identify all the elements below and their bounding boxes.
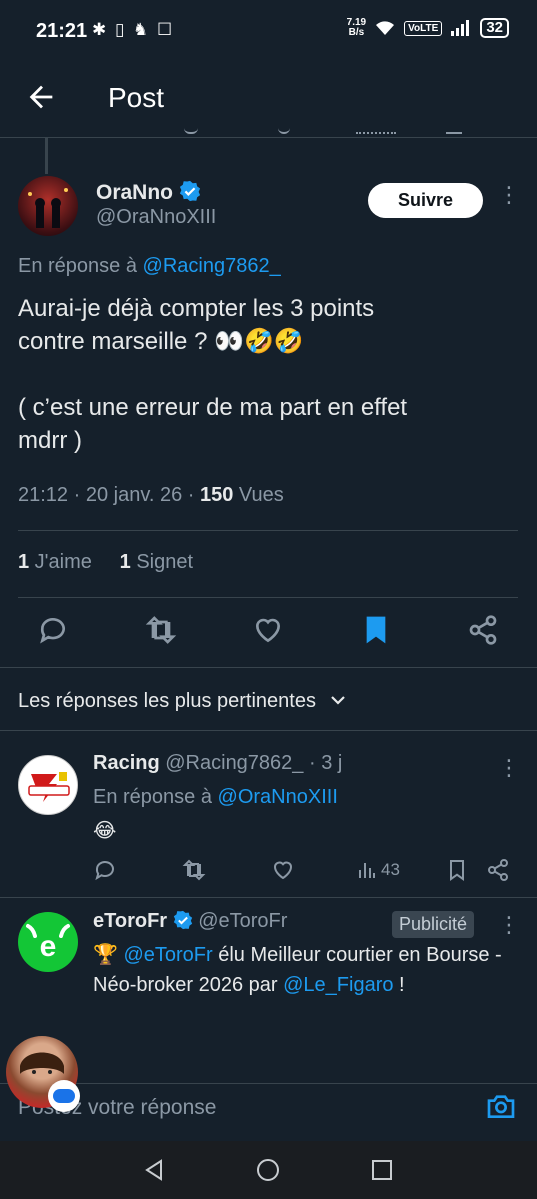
tweet-metadata: 21:12 · 20 janv. 26 · 150 Vues (18, 484, 284, 506)
messages-icon[interactable] (48, 1080, 80, 1112)
share-icon[interactable] (467, 614, 499, 646)
verified-badge-icon (179, 180, 200, 202)
share-icon[interactable] (486, 858, 510, 882)
nav-home-icon[interactable] (256, 1158, 280, 1182)
reply-icon[interactable] (37, 614, 69, 646)
reply-avatar[interactable] (18, 755, 78, 815)
thread-line (45, 138, 48, 174)
replies-sort-dropdown[interactable]: Les réponses les plus pertinentes (18, 690, 348, 713)
status-time: 21:21 (36, 20, 88, 42)
ad-mention[interactable]: @eToroFr (123, 944, 212, 966)
nav-recents-icon[interactable] (370, 1158, 394, 1182)
likes-stat[interactable]: 1 J'aime (18, 551, 92, 573)
bookmark-icon[interactable] (445, 858, 469, 882)
volte-badge: VoLTE (404, 20, 443, 36)
page-title: Post (108, 82, 165, 113)
reply-author-name[interactable]: Racing (93, 752, 160, 774)
divider (18, 597, 518, 598)
system-nav-bar (0, 1141, 537, 1199)
verified-badge-icon (173, 910, 192, 930)
reply-to-link[interactable]: @OraNnoXIII (218, 786, 338, 808)
author-handle[interactable]: @OraNnoXIII (96, 206, 216, 229)
reply-context: En réponse à @OraNnoXIII (93, 786, 338, 808)
reply-more-icon[interactable]: ⋮ (498, 757, 520, 779)
author-avatar[interactable] (18, 176, 78, 236)
author-name[interactable]: OraNno (96, 180, 201, 205)
ad-text-cut (93, 1056, 473, 1070)
divider (18, 530, 518, 531)
top-bar: Post (0, 62, 537, 138)
views-icon (359, 863, 375, 878)
divider (0, 730, 537, 731)
ad-more-icon[interactable]: ⋮ (498, 914, 520, 936)
retweet-icon[interactable] (182, 858, 206, 882)
camera-icon[interactable] (485, 1090, 517, 1122)
divider (0, 897, 537, 898)
notification-icons: ✱ ▯ ♞ ☐ (92, 20, 175, 39)
reply-header[interactable]: Racing @Racing7862_ · 3 j (93, 752, 342, 775)
tweet-text: Aurai-je déjà compter les 3 points contr… (18, 295, 408, 454)
retweet-icon[interactable] (145, 614, 177, 646)
battery-icon: 32 (480, 18, 509, 38)
ad-text: 🏆 @eToroFr élu Meilleur courtier en Bour… (93, 944, 502, 996)
views-stat[interactable]: 43 (357, 860, 400, 880)
status-bar: 21:21 ✱ ▯ ♞ ☐ 7.19 B/s VoLTE 32 (0, 0, 537, 62)
reply-to-link[interactable]: @Racing7862_ (143, 255, 281, 277)
more-options-icon[interactable]: ⋮ (498, 184, 520, 206)
ad-badge: Publicité (392, 911, 475, 938)
signal-icon (451, 20, 470, 36)
reply-context: En réponse à @Racing7862_ (18, 255, 281, 277)
network-speed: 7.19 B/s (346, 17, 367, 38)
reply-icon[interactable] (93, 858, 117, 882)
divider (0, 667, 537, 668)
svg-text:e: e (40, 930, 57, 963)
follow-button[interactable]: Suivre (368, 183, 483, 218)
reply-author-handle[interactable]: @Racing7862_ (165, 752, 303, 774)
wifi-icon (376, 21, 395, 35)
ad-header[interactable]: eToroFr @eToroFr (93, 910, 287, 933)
reply-composer: Postez votre réponse (0, 1083, 537, 1141)
chevron-down-icon (330, 696, 345, 705)
system-icons: 7.19 B/s VoLTE 32 (347, 18, 509, 38)
reply-actions: 43 (0, 856, 537, 886)
like-icon[interactable] (252, 614, 284, 646)
nav-back-icon[interactable] (142, 1158, 166, 1182)
ad-mention-figaro[interactable]: @Le_Figaro (283, 974, 393, 996)
engagement-stats: 1 J'aime 1 Signet (18, 551, 193, 574)
ad-author-name[interactable]: eToroFr (93, 910, 167, 932)
ad-author-handle[interactable]: @eToroFr (198, 910, 287, 932)
reply-age: · 3 j (303, 752, 343, 774)
tweet-actions (0, 610, 537, 654)
back-arrow-icon[interactable] (24, 80, 58, 114)
ad-avatar[interactable]: e (18, 912, 78, 972)
reply-text: 😂 (93, 820, 117, 842)
like-icon[interactable] (271, 858, 295, 882)
parent-tweet-actions-peek (0, 128, 537, 138)
bookmark-icon[interactable] (360, 614, 392, 646)
bookmarks-stat[interactable]: 1 Signet (120, 551, 193, 573)
